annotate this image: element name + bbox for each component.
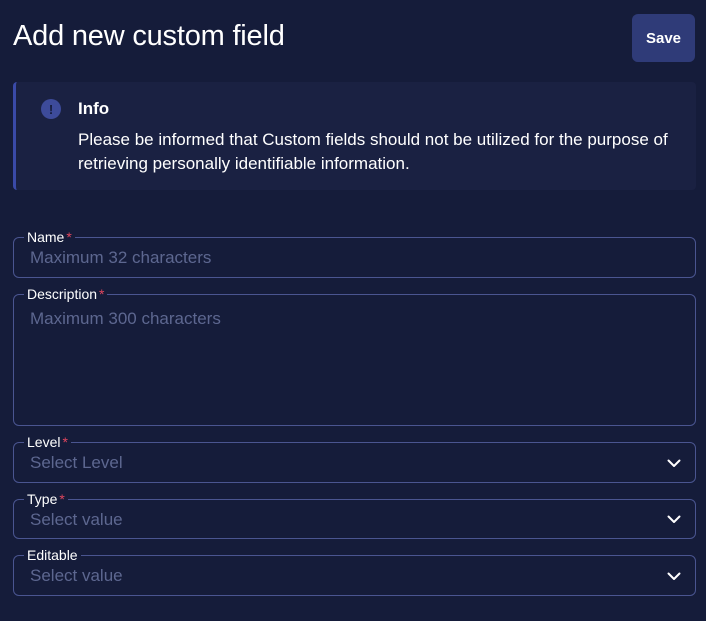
type-label: Type * bbox=[24, 491, 68, 507]
description-field[interactable]: Description * Maximum 300 characters bbox=[13, 286, 696, 426]
chevron-down-icon[interactable] bbox=[667, 459, 681, 468]
description-textarea[interactable]: Maximum 300 characters bbox=[30, 309, 655, 329]
chevron-down-icon[interactable] bbox=[667, 515, 681, 524]
type-select-value[interactable]: Select value bbox=[30, 510, 655, 530]
chevron-down-icon[interactable] bbox=[667, 572, 681, 581]
level-select[interactable]: Level * Select Level bbox=[13, 434, 696, 483]
type-select[interactable]: Type * Select value bbox=[13, 491, 696, 539]
level-label: Level * bbox=[24, 434, 71, 450]
info-text: Please be informed that Custom fields sh… bbox=[78, 130, 668, 173]
save-button[interactable]: Save bbox=[632, 14, 695, 62]
info-title: Info bbox=[78, 99, 110, 118]
required-marker: * bbox=[59, 491, 65, 507]
required-marker: * bbox=[62, 434, 68, 450]
name-field[interactable]: Name * Maximum 32 characters bbox=[13, 229, 696, 278]
page-title: Add new custom field bbox=[13, 20, 285, 52]
editable-select[interactable]: Editable Select value bbox=[13, 547, 696, 596]
level-select-value[interactable]: Select Level bbox=[30, 453, 655, 473]
name-input[interactable]: Maximum 32 characters bbox=[30, 248, 655, 268]
exclamation-icon: ! bbox=[41, 99, 61, 119]
required-marker: * bbox=[99, 286, 105, 302]
required-marker: * bbox=[66, 229, 72, 245]
name-label: Name * bbox=[24, 229, 75, 245]
info-banner: ! Info Please be informed that Custom fi… bbox=[13, 82, 696, 190]
editable-label: Editable bbox=[24, 547, 81, 563]
editable-select-value[interactable]: Select value bbox=[30, 566, 655, 586]
description-label: Description * bbox=[24, 286, 108, 302]
